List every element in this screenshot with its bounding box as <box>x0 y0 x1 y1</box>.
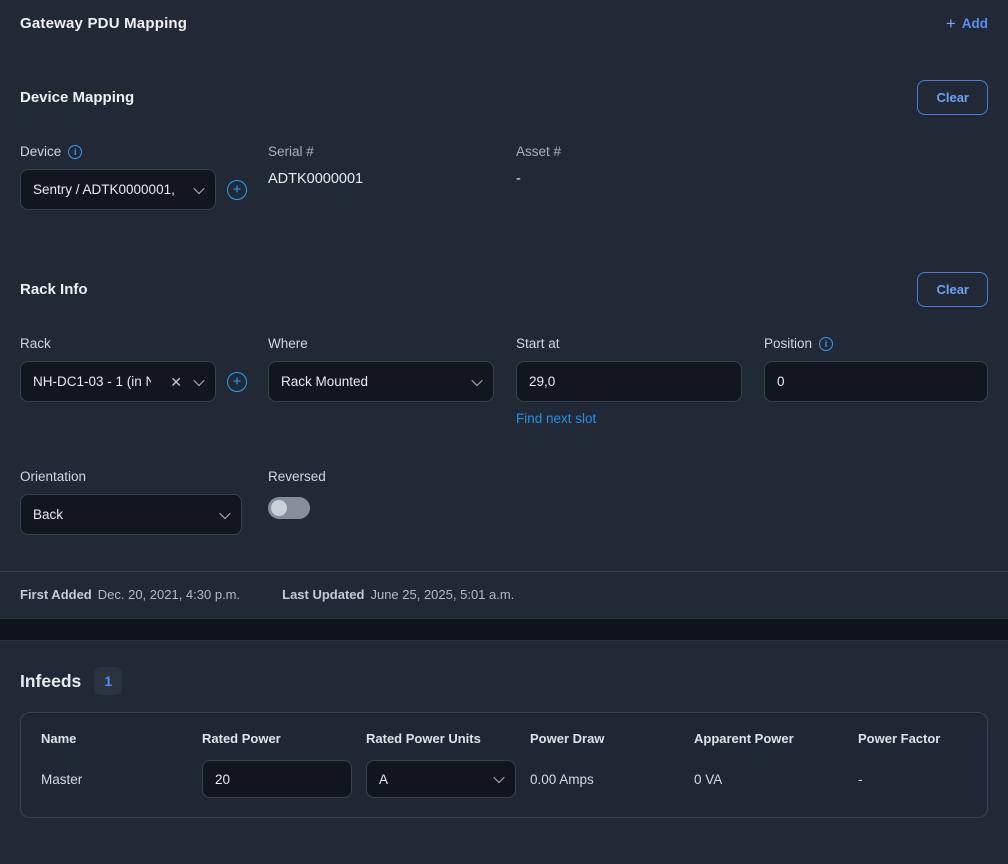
rack-field-group: Rack NH-DC1-03 - 1 (in NH ✕ + <box>20 335 268 428</box>
start-at-control-line <box>516 361 764 402</box>
column-header-power-factor: Power Factor <box>858 731 987 746</box>
position-input[interactable] <box>764 361 988 402</box>
rack-info-title: Rack Info <box>20 281 88 298</box>
toggle-knob-icon <box>271 500 287 516</box>
table-row: Master A 0.00 Amps 0 VA - <box>21 760 987 817</box>
rack-control-line: NH-DC1-03 - 1 (in NH ✕ + <box>20 361 268 402</box>
serial-label: Serial # <box>268 143 516 160</box>
reversed-control-line <box>268 494 516 519</box>
rated-power-input[interactable] <box>202 760 352 798</box>
chevron-down-icon <box>193 374 204 385</box>
infeed-name-value: Master <box>41 772 202 787</box>
last-updated-value: June 25, 2025, 5:01 a.m. <box>370 587 514 602</box>
column-header-rated-power: Rated Power <box>202 731 366 746</box>
start-at-label: Start at <box>516 335 764 352</box>
serial-value: ADTK0000001 <box>268 171 516 187</box>
power-factor-value: - <box>858 772 987 787</box>
where-select[interactable]: Rack Mounted <box>268 361 494 402</box>
infeeds-count-badge: 1 <box>94 667 122 695</box>
orientation-select-value: Back <box>33 507 63 522</box>
device-field-group: Device i Sentry / ADTK0000001, + <box>20 143 268 210</box>
orientation-field-group: Orientation Back <box>20 468 268 535</box>
device-mapping-header: Device Mapping Clear <box>20 80 988 115</box>
device-label-line: Device i <box>20 143 268 160</box>
start-at-input[interactable] <box>516 361 742 402</box>
rated-power-units-cell: A <box>366 760 530 798</box>
infeeds-table: Name Rated Power Rated Power Units Power… <box>20 712 988 818</box>
orientation-label: Orientation <box>20 468 268 485</box>
infeeds-table-header: Name Rated Power Rated Power Units Power… <box>21 713 987 746</box>
position-label-line: Position i <box>764 335 988 352</box>
rated-power-units-value: A <box>379 772 388 787</box>
reversed-field-group: Reversed <box>268 468 516 535</box>
column-header-apparent-power: Apparent Power <box>694 731 858 746</box>
where-select-value: Rack Mounted <box>281 374 368 389</box>
add-device-icon[interactable]: + <box>227 180 247 200</box>
page-title: Gateway PDU Mapping <box>20 15 187 32</box>
device-control-line: Sentry / ADTK0000001, + <box>20 169 268 210</box>
infeeds-title: Infeeds <box>20 671 81 692</box>
chevron-down-icon <box>219 507 230 518</box>
where-label: Where <box>268 335 516 352</box>
rack-info-header: Rack Info Clear <box>20 272 988 307</box>
device-mapping-clear-button[interactable]: Clear <box>917 80 988 115</box>
device-label: Device <box>20 144 61 159</box>
device-select[interactable]: Sentry / ADTK0000001, <box>20 169 216 210</box>
last-updated-label: Last Updated <box>282 587 364 602</box>
column-header-rated-power-units: Rated Power Units <box>366 731 530 746</box>
first-added-value: Dec. 20, 2021, 4:30 p.m. <box>98 587 240 602</box>
last-updated-item: Last Updated June 25, 2025, 5:01 a.m. <box>282 587 514 602</box>
clear-selection-icon[interactable]: ✕ <box>170 375 182 389</box>
column-header-name: Name <box>41 731 202 746</box>
asset-label: Asset # <box>516 143 764 160</box>
infeeds-panel: Infeeds 1 Name Rated Power Rated Power U… <box>0 640 1008 864</box>
first-added-label: First Added <box>20 587 92 602</box>
position-label: Position <box>764 336 812 351</box>
infeeds-header: Infeeds 1 <box>20 641 988 695</box>
start-at-field-group: Start at Find next slot <box>516 335 764 428</box>
chevron-down-icon <box>193 182 204 193</box>
chevron-down-icon <box>493 772 504 783</box>
device-mapping-title: Device Mapping <box>20 89 134 106</box>
serial-field-group: Serial # ADTK0000001 <box>268 143 516 210</box>
section-divider <box>0 618 1008 640</box>
power-draw-value: 0.00 Amps <box>530 772 694 787</box>
orientation-select[interactable]: Back <box>20 494 242 535</box>
rack-select-icons: ✕ <box>170 375 203 389</box>
column-header-power-draw: Power Draw <box>530 731 694 746</box>
add-button-label: Add <box>962 16 988 31</box>
rated-power-units-select[interactable]: A <box>366 760 516 798</box>
where-control-line: Rack Mounted <box>268 361 516 402</box>
position-info-icon[interactable]: i <box>819 337 833 351</box>
apparent-power-value: 0 VA <box>694 772 858 787</box>
reversed-toggle[interactable] <box>268 497 310 519</box>
panel-header: Gateway PDU Mapping + Add <box>20 0 988 32</box>
asset-value: - <box>516 171 764 187</box>
reversed-label: Reversed <box>268 468 516 485</box>
rack-info-fields: Rack NH-DC1-03 - 1 (in NH ✕ + Where Rack… <box>20 335 988 428</box>
add-rack-icon[interactable]: + <box>227 372 247 392</box>
asset-field-group: Asset # - <box>516 143 764 210</box>
device-mapping-fields: Device i Sentry / ADTK0000001, + Serial … <box>20 143 988 210</box>
add-button[interactable]: + Add <box>946 15 988 32</box>
rack-select[interactable]: NH-DC1-03 - 1 (in NH ✕ <box>20 361 216 402</box>
rack-label: Rack <box>20 335 268 352</box>
find-next-slot-link[interactable]: Find next slot <box>516 411 596 426</box>
rack-info-clear-button[interactable]: Clear <box>917 272 988 307</box>
chevron-down-icon <box>471 374 482 385</box>
device-info-icon[interactable]: i <box>68 145 82 159</box>
first-added-item: First Added Dec. 20, 2021, 4:30 p.m. <box>20 587 240 602</box>
where-field-group: Where Rack Mounted <box>268 335 516 428</box>
rated-power-cell <box>202 760 366 798</box>
rack-select-value: NH-DC1-03 - 1 (in NH <box>33 374 151 389</box>
plus-icon: + <box>946 15 956 32</box>
device-select-value: Sentry / ADTK0000001, <box>33 182 175 197</box>
position-control-line <box>764 361 988 402</box>
record-meta-footer: First Added Dec. 20, 2021, 4:30 p.m. Las… <box>0 571 1008 618</box>
gateway-pdu-mapping-panel: Gateway PDU Mapping + Add Device Mapping… <box>0 0 1008 618</box>
position-field-group: Position i <box>764 335 988 428</box>
orientation-fields: Orientation Back Reversed <box>20 468 988 535</box>
orientation-control-line: Back <box>20 494 268 535</box>
